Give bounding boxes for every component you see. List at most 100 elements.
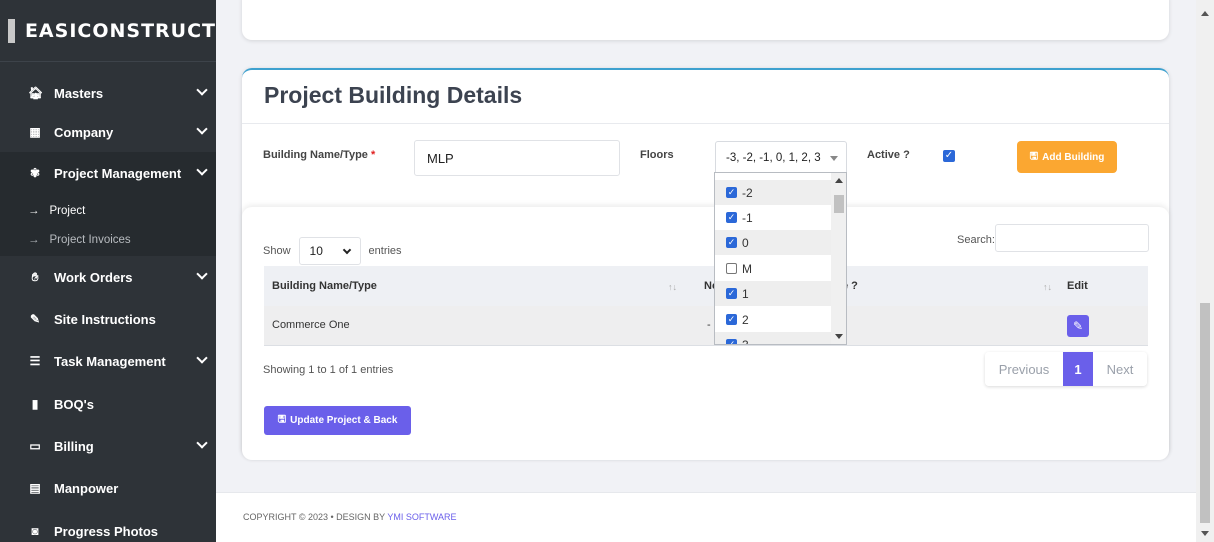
floors-cell: - xyxy=(707,319,711,331)
sidebar-item-label: Task Management xyxy=(54,353,166,369)
list-icon: ☰ xyxy=(29,354,41,368)
checkbox-checked[interactable]: ✓ xyxy=(726,237,737,248)
building-name-cell: Commerce One xyxy=(272,319,350,331)
title-divider xyxy=(242,123,1169,124)
checkbox-checked[interactable]: ✓ xyxy=(726,212,737,223)
sidebar-item-task-management[interactable]: ☰ Task Management xyxy=(0,340,216,382)
floor-option[interactable]: ✓ 3 xyxy=(715,332,831,344)
edit-button[interactable]: ✎ xyxy=(1067,315,1089,337)
search-input[interactable] xyxy=(995,224,1149,252)
sidebar-subitem-label: Project Invoices xyxy=(49,234,131,246)
sidebar-item-billing[interactable]: ▭ Billing xyxy=(0,425,216,467)
scroll-down-icon[interactable] xyxy=(1201,531,1209,536)
floors-select-value: -3, -2, -1, 0, 1, 2, 3 xyxy=(726,152,821,164)
scroll-down-icon[interactable] xyxy=(835,334,843,339)
table-info: Showing 1 to 1 of 1 entries xyxy=(263,364,394,376)
floor-option[interactable]: ✓ -2 xyxy=(715,180,831,205)
submenu-project-management: → Project → Project Invoices xyxy=(0,194,216,256)
floors-select[interactable]: -3, -2, -1, 0, 1, 2, 3 xyxy=(715,141,847,175)
sort-icon[interactable]: ↑↓ xyxy=(668,282,677,292)
document-icon: ▤ xyxy=(29,481,41,495)
checkbox-unchecked[interactable] xyxy=(726,263,737,274)
sort-icon[interactable]: ↑↓ xyxy=(1043,282,1052,292)
project-building-card: Project Building Details Building Name/T… xyxy=(242,68,1169,460)
sidebar-item-masters[interactable]: 🏠︎ Masters xyxy=(0,72,216,114)
page-scrollbar[interactable] xyxy=(1196,0,1214,542)
building-name-label-text: Building Name/Type xyxy=(263,149,368,161)
active-checkbox[interactable]: ✓ xyxy=(943,150,955,162)
home-icon: 🏠︎ xyxy=(28,86,44,100)
page-1-button[interactable]: 1 xyxy=(1063,352,1093,386)
floor-option-label: M xyxy=(742,261,752,276)
money-icon: ▭ xyxy=(29,439,41,453)
previous-page-button[interactable]: Previous xyxy=(985,352,1063,386)
building-name-input[interactable]: MLP xyxy=(414,140,620,176)
column-header-building[interactable]: Building Name/Type xyxy=(272,280,377,292)
brand-logo xyxy=(8,18,15,43)
chevron-down-icon xyxy=(196,123,208,135)
copyright-label: COPYRIGHT © 2023 • DESIGN BY xyxy=(243,512,385,522)
add-building-button[interactable]: 🖫 Add Building xyxy=(1017,141,1117,173)
floor-option[interactable]: ✓ 1 xyxy=(715,281,831,306)
sidebar-subitem-project-invoices[interactable]: → Project Invoices xyxy=(0,225,216,255)
building-name-label: Building Name/Type * xyxy=(263,149,375,161)
floor-option-label: 0 xyxy=(742,235,749,250)
copyright-text: COPYRIGHT © 2023 • DESIGN BY YMI SOFTWAR… xyxy=(243,512,457,522)
next-page-button[interactable]: Next xyxy=(1093,352,1147,386)
sidebar-item-label: Project Management xyxy=(54,165,182,181)
floors-label: Floors xyxy=(640,149,674,161)
sidebar-item-label: Progress Photos xyxy=(54,523,159,539)
checkbox-checked[interactable]: ✓ xyxy=(726,339,737,344)
footer: COPYRIGHT © 2023 • DESIGN BY YMI SOFTWAR… xyxy=(216,492,1196,542)
sidebar-item-company[interactable]: ▦ Company xyxy=(0,111,216,153)
floor-option-label: -2 xyxy=(742,185,753,200)
floor-option[interactable]: M xyxy=(715,256,831,281)
sidebar-item-site-instructions[interactable]: ✎ Site Instructions xyxy=(0,298,216,340)
dropdown-scrollbar[interactable] xyxy=(831,173,846,344)
dropdown-scroll-thumb[interactable] xyxy=(834,195,844,213)
brand-name: EASICONSTRUCT xyxy=(24,19,216,42)
chevron-down-icon xyxy=(196,164,208,176)
entries-label: entries xyxy=(368,245,402,257)
chevron-down-icon xyxy=(196,352,208,364)
floor-option[interactable]: ✓ 0 xyxy=(715,230,831,255)
save-icon: 🖫 xyxy=(277,414,287,425)
buildings-table-card: Show 10 entries Search: Building Name/Ty… xyxy=(242,207,1169,460)
active-label: Active ? xyxy=(867,149,910,161)
sidebar-item-label: BOQ's xyxy=(54,396,94,412)
checkbox-checked[interactable]: ✓ xyxy=(726,187,737,198)
floors-dropdown-list[interactable]: ✓ -2 ✓ -1 ✓ 0 M ✓ 1 ✓ 2 ✓ 3 xyxy=(714,172,847,345)
arrow-right-icon: → xyxy=(28,234,40,246)
checkbox-checked[interactable]: ✓ xyxy=(726,314,737,325)
scroll-up-icon[interactable] xyxy=(1201,11,1209,16)
table-header: Building Name/Type ↑↓ No e ? ↑↓ Edit xyxy=(264,266,1148,306)
update-project-button[interactable]: 🖫 Update Project & Back xyxy=(264,406,411,435)
sidebar-item-manpower[interactable]: ▤ Manpower xyxy=(0,467,216,509)
sidebar-item-progress-photos[interactable]: ◙ Progress Photos xyxy=(0,510,216,542)
footer-link[interactable]: YMI SOFTWARE xyxy=(387,512,456,522)
checkbox-checked[interactable]: ✓ xyxy=(726,288,737,299)
required-mark: * xyxy=(370,149,376,161)
brand[interactable]: EASICONSTRUCT xyxy=(0,0,216,62)
page-title: Project Building Details xyxy=(264,82,523,108)
floor-option[interactable]: ✓ -1 xyxy=(715,205,831,230)
sidebar-subitem-label: Project xyxy=(49,205,86,217)
camera-icon: ◙ xyxy=(31,524,39,538)
sidebar-item-label: Billing xyxy=(54,438,94,454)
sidebar-item-label: Manpower xyxy=(54,480,119,496)
column-header-edit: Edit xyxy=(1067,280,1088,292)
sidebar-item-work-orders[interactable]: ✋︎ Work Orders xyxy=(0,256,216,298)
scroll-up-icon[interactable] xyxy=(835,178,843,183)
sidebar-item-label: Site Instructions xyxy=(54,311,156,327)
sidebar-item-project-management[interactable]: ✾ Project Management xyxy=(0,152,216,194)
page-scroll-thumb[interactable] xyxy=(1200,303,1210,523)
project-icon: ✾ xyxy=(29,166,41,180)
floor-option[interactable]: ✓ 2 xyxy=(715,307,831,332)
sidebar-subitem-project[interactable]: → Project xyxy=(0,196,216,226)
entries-length-select[interactable]: 10 xyxy=(298,237,361,265)
sidebar-item-label: Masters xyxy=(54,85,104,101)
floor-option-label: 1 xyxy=(742,286,749,301)
sidebar-item-boqs[interactable]: ▮ BOQ's xyxy=(0,383,216,425)
add-building-label: Add Building xyxy=(1042,151,1105,163)
previous-card xyxy=(242,0,1169,40)
